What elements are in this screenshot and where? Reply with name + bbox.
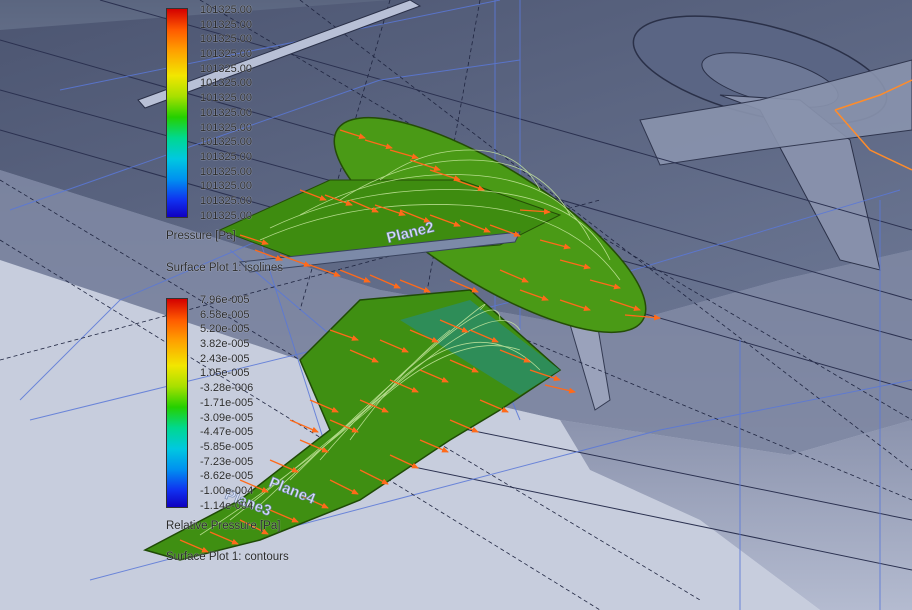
relative-pressure-color-bar xyxy=(166,298,188,508)
legend-value: -1.14e-004 xyxy=(200,499,254,512)
legend-value: 101325.00 xyxy=(200,48,252,61)
legend-value: -3.09e-005 xyxy=(200,411,254,424)
pressure-color-bar xyxy=(166,8,188,218)
legend-value: 2.43e-005 xyxy=(200,352,250,365)
legend-value: -3.28e-006 xyxy=(200,382,254,395)
legend-value: -4.47e-005 xyxy=(200,426,254,439)
legend-value: -1.71e-005 xyxy=(200,396,254,409)
legend-value: 7.96e-005 xyxy=(200,294,250,306)
legend-value: 101325.00 xyxy=(200,4,252,16)
relative-pressure-legend-quantity: Relative Pressure [Pa] xyxy=(166,520,281,532)
3d-viewport[interactable]: Plane2 Plane4 Plane3 xyxy=(0,0,912,610)
pressure-legend-values: 101325.00 101325.00 101325.00 101325.00 … xyxy=(200,3,252,223)
legend-value: 101325.00 xyxy=(200,209,252,222)
legend-value: 101325.00 xyxy=(200,18,252,31)
legend-value: 101325.00 xyxy=(200,150,252,163)
legend-value: 101325.00 xyxy=(200,180,252,193)
relative-pressure-legend-plot-title: Surface Plot 1: contours xyxy=(166,551,289,563)
relative-pressure-legend-values: 7.96e-005 6.58e-005 5.20e-005 3.82e-005 … xyxy=(200,293,253,513)
legend-value: 101325.00 xyxy=(200,62,252,75)
legend-value: 101325.00 xyxy=(200,106,252,119)
legend-value: 3.82e-005 xyxy=(200,338,250,351)
legend-value: -1.00e-004 xyxy=(200,484,254,497)
pressure-legend-plot-title: Surface Plot 1: isolines xyxy=(166,262,283,274)
legend-value: 101325.00 xyxy=(200,165,252,178)
legend-value: 5.20e-005 xyxy=(200,323,250,336)
legend-value: 101325.00 xyxy=(200,136,252,149)
legend-value: 101325.00 xyxy=(200,77,252,90)
pressure-legend-quantity: Pressure [Pa] xyxy=(166,230,236,242)
legend-value: -8.62e-005 xyxy=(200,470,254,483)
legend-value: -7.23e-005 xyxy=(200,455,254,468)
legend-value: 101325.00 xyxy=(200,33,252,46)
legend-value: 101325.00 xyxy=(200,92,252,105)
legend-value: 101325.00 xyxy=(200,194,252,207)
legend-value: 101325.00 xyxy=(200,121,252,134)
legend-value: 6.58e-005 xyxy=(200,308,250,321)
legend-value: 1.05e-005 xyxy=(200,367,250,380)
legend-value: -5.85e-005 xyxy=(200,440,254,453)
